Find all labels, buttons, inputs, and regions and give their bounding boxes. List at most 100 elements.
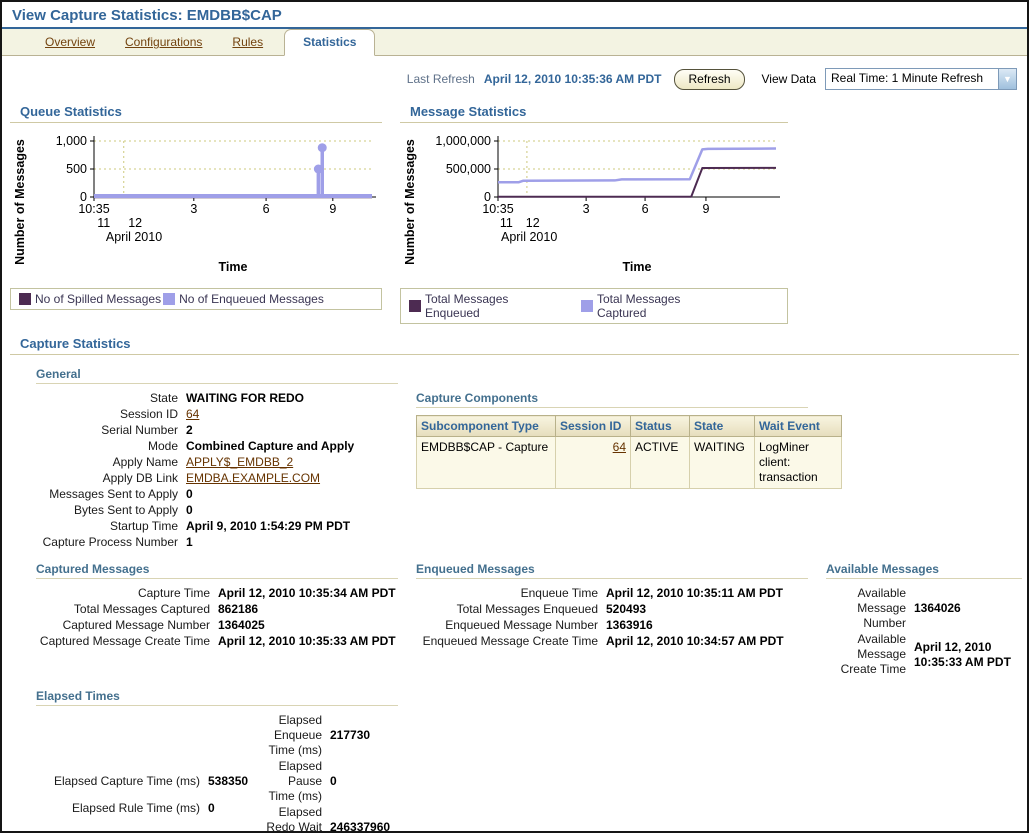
- message-statistics-legend: Total Messages EnqueuedTotal Messages Ca…: [400, 288, 788, 324]
- queue-statistics-chart: 05001,00010:353691112April 2010TimeNumbe…: [10, 125, 382, 277]
- elapsed-times-section: Elapsed Times Elapsed Capture Time (ms)5…: [36, 677, 398, 833]
- field-label: Messages Sent to Apply: [36, 487, 186, 502]
- table-cell: EMDBB$CAP - Capture: [417, 437, 556, 489]
- legend-label: No of Enqueued Messages: [179, 292, 324, 306]
- field-label: Elapsed Enqueue Time (ms): [262, 713, 330, 758]
- svg-text:April 2010: April 2010: [501, 230, 557, 244]
- column-header: Wait Event: [755, 416, 842, 437]
- last-refresh-label: Last Refresh: [407, 72, 475, 86]
- field-label: Mode: [36, 439, 186, 454]
- field-value: 0: [186, 503, 398, 518]
- table-cell: WAITING: [690, 437, 755, 489]
- general-section: General StateWAITING FOR REDOSession ID6…: [36, 355, 398, 550]
- last-refresh-value: April 12, 2010 10:35:36 AM PDT: [484, 72, 662, 86]
- svg-text:9: 9: [702, 202, 709, 216]
- field-value: 64: [186, 407, 398, 422]
- tab-configurations[interactable]: Configurations: [125, 35, 202, 49]
- svg-text:Number of Messages: Number of Messages: [13, 139, 27, 265]
- refresh-bar: Last Refresh April 12, 2010 10:35:36 AM …: [2, 56, 1027, 92]
- view-data-selected-value: Real Time: 1 Minute Refresh: [826, 69, 998, 89]
- legend-swatch-icon: [581, 300, 593, 312]
- svg-text:6: 6: [263, 202, 270, 216]
- capture-components-table: Subcomponent TypeSession IDStatusStateWa…: [416, 415, 842, 489]
- table-cell: 64: [556, 437, 631, 489]
- captured-messages-section: Captured Messages Capture TimeApril 12, …: [36, 550, 398, 649]
- tab-rules[interactable]: Rules: [232, 35, 263, 49]
- svg-text:Number of Messages: Number of Messages: [403, 139, 417, 265]
- svg-text:10:35: 10:35: [78, 202, 109, 216]
- legend-item: No of Spilled Messages: [17, 292, 161, 306]
- available-messages-fields: Available Message Number1364026Available…: [826, 586, 1022, 677]
- column-header: Subcomponent Type: [417, 416, 556, 437]
- tab-statistics[interactable]: Statistics: [284, 29, 375, 56]
- svg-text:1,000: 1,000: [56, 134, 87, 148]
- available-messages-section: Available Messages Available Message Num…: [826, 550, 1022, 677]
- field-label: Total Messages Enqueued: [416, 602, 606, 617]
- column-header: State: [690, 416, 755, 437]
- legend-item: Total Messages Captured: [579, 292, 751, 320]
- field-value: 246337960: [330, 820, 398, 833]
- tab-bar: Overview Configurations Rules Statistics: [2, 29, 1027, 56]
- field-value: 0: [330, 774, 398, 789]
- field-value: EMDBA.EXAMPLE.COM: [186, 471, 398, 486]
- field-value-link[interactable]: 64: [186, 407, 199, 421]
- field-label: Startup Time: [36, 519, 186, 534]
- field-label: Capture Time: [36, 586, 218, 601]
- refresh-button[interactable]: Refresh: [674, 69, 744, 90]
- view-data-label: View Data: [762, 72, 816, 86]
- field-label: Capture Process Number: [36, 535, 186, 550]
- field-label: Serial Number: [36, 423, 186, 438]
- elapsed-times-title: Elapsed Times: [36, 689, 398, 706]
- field-value: 1364025: [218, 618, 398, 633]
- svg-text:Time: Time: [219, 260, 248, 274]
- field-value: April 12, 2010 10:34:57 AM PDT: [606, 634, 808, 649]
- chevron-down-icon[interactable]: ▼: [998, 69, 1016, 89]
- field-label: Elapsed Pause Time (ms): [262, 759, 330, 804]
- field-label: Available Message Number: [826, 586, 914, 631]
- field-label: Captured Message Create Time: [36, 634, 218, 649]
- tab-overview[interactable]: Overview: [45, 35, 95, 49]
- message-statistics-chart: 0500,0001,000,00010:353691112April 2010T…: [400, 125, 788, 277]
- field-label: Enqueued Message Number: [416, 618, 606, 633]
- general-title: General: [36, 367, 398, 384]
- field-value: 217730: [330, 728, 398, 743]
- legend-swatch-icon: [19, 293, 31, 305]
- field-value-link[interactable]: APPLY$_EMDBB_2: [186, 455, 293, 469]
- field-value: April 12, 2010 10:35:34 AM PDT: [218, 586, 398, 601]
- field-value: 0: [208, 801, 262, 816]
- field-label: Session ID: [36, 407, 186, 422]
- column-header: Status: [631, 416, 690, 437]
- field-value-link[interactable]: EMDBA.EXAMPLE.COM: [186, 471, 320, 485]
- queue-statistics-title: Queue Statistics: [10, 104, 382, 123]
- field-label: Elapsed Redo Wait Time (ms): [262, 805, 330, 833]
- view-data-select[interactable]: Real Time: 1 Minute Refresh ▼: [825, 68, 1017, 90]
- table-cell-link[interactable]: 64: [613, 440, 626, 454]
- field-value: April 12, 2010 10:35:33 AM PDT: [914, 640, 1022, 670]
- field-label: State: [36, 391, 186, 406]
- capture-statistics-grid: General StateWAITING FOR REDOSession ID6…: [2, 355, 1027, 833]
- field-value: 862186: [218, 602, 398, 617]
- enqueued-messages-title: Enqueued Messages: [416, 562, 808, 579]
- field-value: 2: [186, 423, 398, 438]
- field-label: Available Message Create Time: [826, 632, 914, 677]
- field-value: 1363916: [606, 618, 808, 633]
- capture-components-section: Capture Components Subcomponent TypeSess…: [416, 355, 808, 489]
- elapsed-times-left-fields: Elapsed Capture Time (ms)538350Elapsed R…: [36, 768, 262, 833]
- field-value: 1: [186, 535, 398, 550]
- message-statistics-section: Message Statistics 0500,0001,000,00010:3…: [400, 96, 788, 324]
- table-cell: ACTIVE: [631, 437, 690, 489]
- field-label: Total Messages Captured: [36, 602, 218, 617]
- field-value: 538350: [208, 774, 262, 789]
- field-value: April 12, 2010 10:35:33 AM PDT: [218, 634, 398, 649]
- table-cell: LogMiner client: transaction: [755, 437, 842, 489]
- svg-text:April 2010: April 2010: [106, 230, 162, 244]
- field-value: WAITING FOR REDO: [186, 391, 398, 406]
- svg-text:12: 12: [526, 216, 540, 230]
- field-value: April 12, 2010 10:35:11 AM PDT: [606, 586, 808, 601]
- field-value: Combined Capture and Apply: [186, 439, 398, 454]
- field-label: Enqueue Time: [416, 586, 606, 601]
- legend-label: Total Messages Captured: [597, 292, 711, 320]
- svg-text:3: 3: [583, 202, 590, 216]
- general-fields: StateWAITING FOR REDOSession ID64Serial …: [36, 391, 398, 550]
- page: View Capture Statistics: EMDBB$CAP Overv…: [0, 0, 1029, 833]
